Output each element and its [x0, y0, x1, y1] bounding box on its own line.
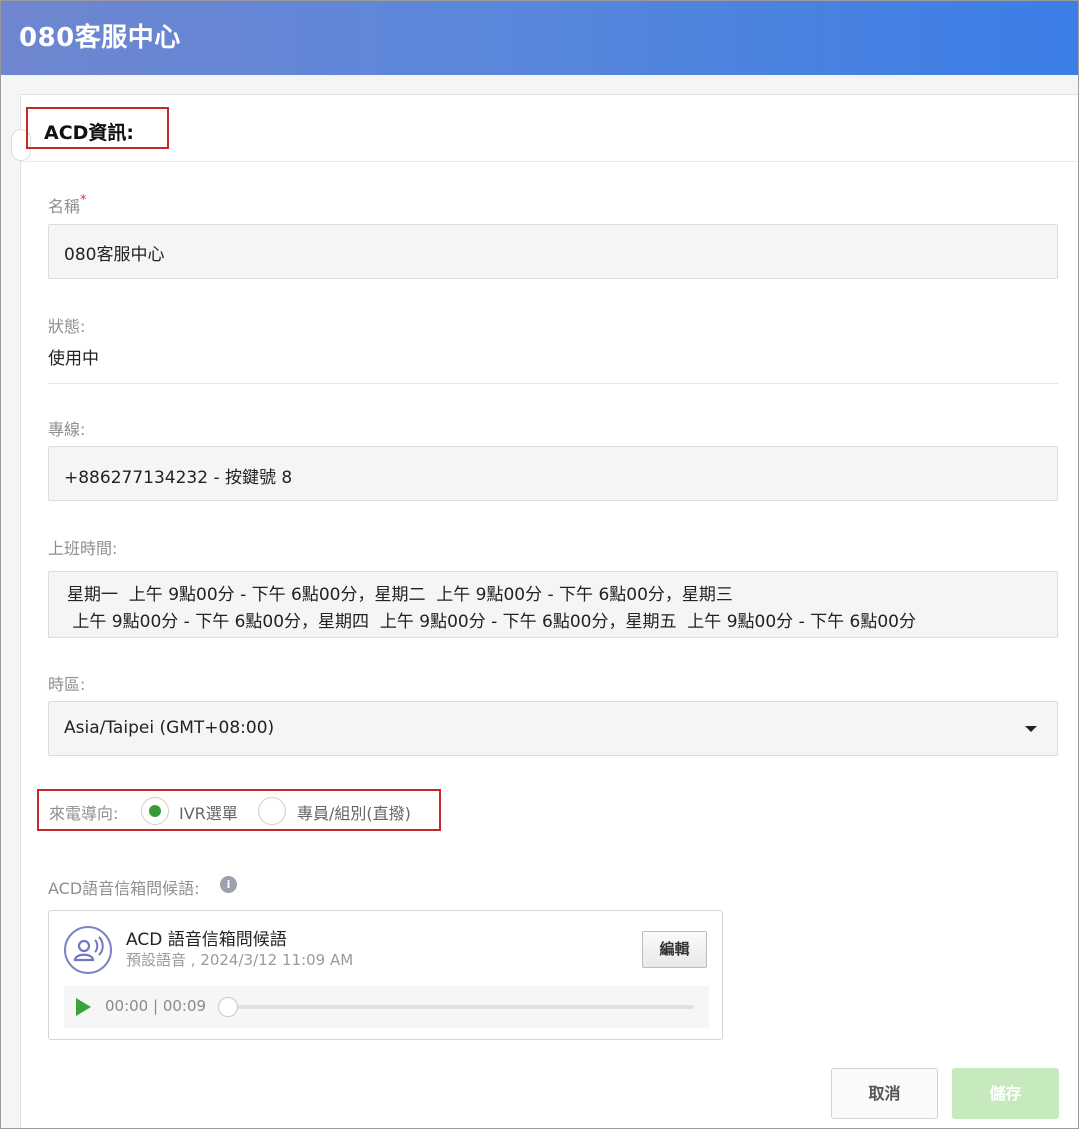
voice-user-icon	[64, 926, 112, 974]
section-title: ACD資訊:	[44, 122, 135, 144]
player-time: 00:00 | 00:09	[105, 997, 207, 1015]
line-label: 專線:	[48, 420, 86, 439]
timezone-select[interactable]: Asia/Taipei (GMT+08:00)	[48, 701, 1058, 756]
play-icon[interactable]	[76, 998, 91, 1016]
save-button[interactable]: 儲存	[952, 1068, 1059, 1119]
progress-knob[interactable]	[218, 997, 238, 1017]
name-label: 名稱*	[48, 193, 87, 216]
voicemail-subtitle: 預設語音 , 2024/3/12 11:09 AM	[126, 951, 354, 969]
voicemail-card: ACD 語音信箱問候語 預設語音 , 2024/3/12 11:09 AM 編輯…	[48, 910, 723, 1040]
progress-track[interactable]	[227, 1005, 694, 1009]
info-icon[interactable]: i	[220, 876, 237, 893]
dialog-window: 080客服中心 ACD資訊: 名稱* 080客服中心 狀態: 使用中 專線: +…	[0, 0, 1079, 1129]
voicemail-label: ACD語音信箱問候語:	[48, 879, 200, 898]
line-value: +886277134232 - 按鍵號 8	[64, 468, 293, 488]
hours-line-1: 星期一 上午 9點00分 - 下午 6點00分，星期二 上午 9點00分 - 下…	[67, 585, 733, 605]
divider	[48, 383, 1058, 384]
chevron-down-icon[interactable]	[1025, 726, 1037, 732]
hours-line-2: 上午 9點00分 - 下午 6點00分，星期四 上午 9點00分 - 下午 6點…	[67, 612, 916, 632]
timezone-value: Asia/Taipei (GMT+08:00)	[64, 718, 275, 738]
cancel-button[interactable]: 取消	[831, 1068, 938, 1119]
hours-field[interactable]: 星期一 上午 9點00分 - 下午 6點00分，星期二 上午 9點00分 - 下…	[48, 571, 1058, 638]
name-input[interactable]: 080客服中心	[48, 224, 1058, 279]
radio-ivr-menu[interactable]	[141, 797, 169, 825]
name-input-value: 080客服中心	[64, 245, 165, 265]
hours-value: 星期一 上午 9點00分 - 下午 6點00分，星期二 上午 9點00分 - 下…	[67, 582, 916, 636]
window-title: 080客服中心	[19, 23, 181, 53]
radio-agent-direct[interactable]	[258, 797, 286, 825]
panel-header: ACD資訊:	[11, 95, 1078, 162]
voicemail-title: ACD 語音信箱問候語	[126, 930, 287, 950]
radio-ivr-menu-label[interactable]: IVR選單	[179, 800, 238, 824]
line-field[interactable]: +886277134232 - 按鍵號 8	[48, 446, 1058, 501]
hours-label: 上班時間:	[48, 539, 118, 558]
radio-selected-dot	[149, 805, 161, 817]
audio-player: 00:00 | 00:09	[64, 986, 709, 1028]
status-label: 狀態:	[48, 317, 86, 336]
status-value: 使用中	[48, 349, 99, 369]
acd-info-panel: ACD資訊: 名稱* 080客服中心 狀態: 使用中 專線: +88627713…	[11, 94, 1078, 1128]
edit-button[interactable]: 編輯	[642, 931, 707, 968]
timezone-label: 時區:	[48, 675, 86, 694]
title-bar: 080客服中心	[1, 1, 1078, 75]
required-mark: *	[80, 193, 87, 208]
routing-label: 來電導向:	[49, 804, 119, 823]
radio-agent-direct-label[interactable]: 專員/組別(直撥)	[297, 800, 411, 824]
